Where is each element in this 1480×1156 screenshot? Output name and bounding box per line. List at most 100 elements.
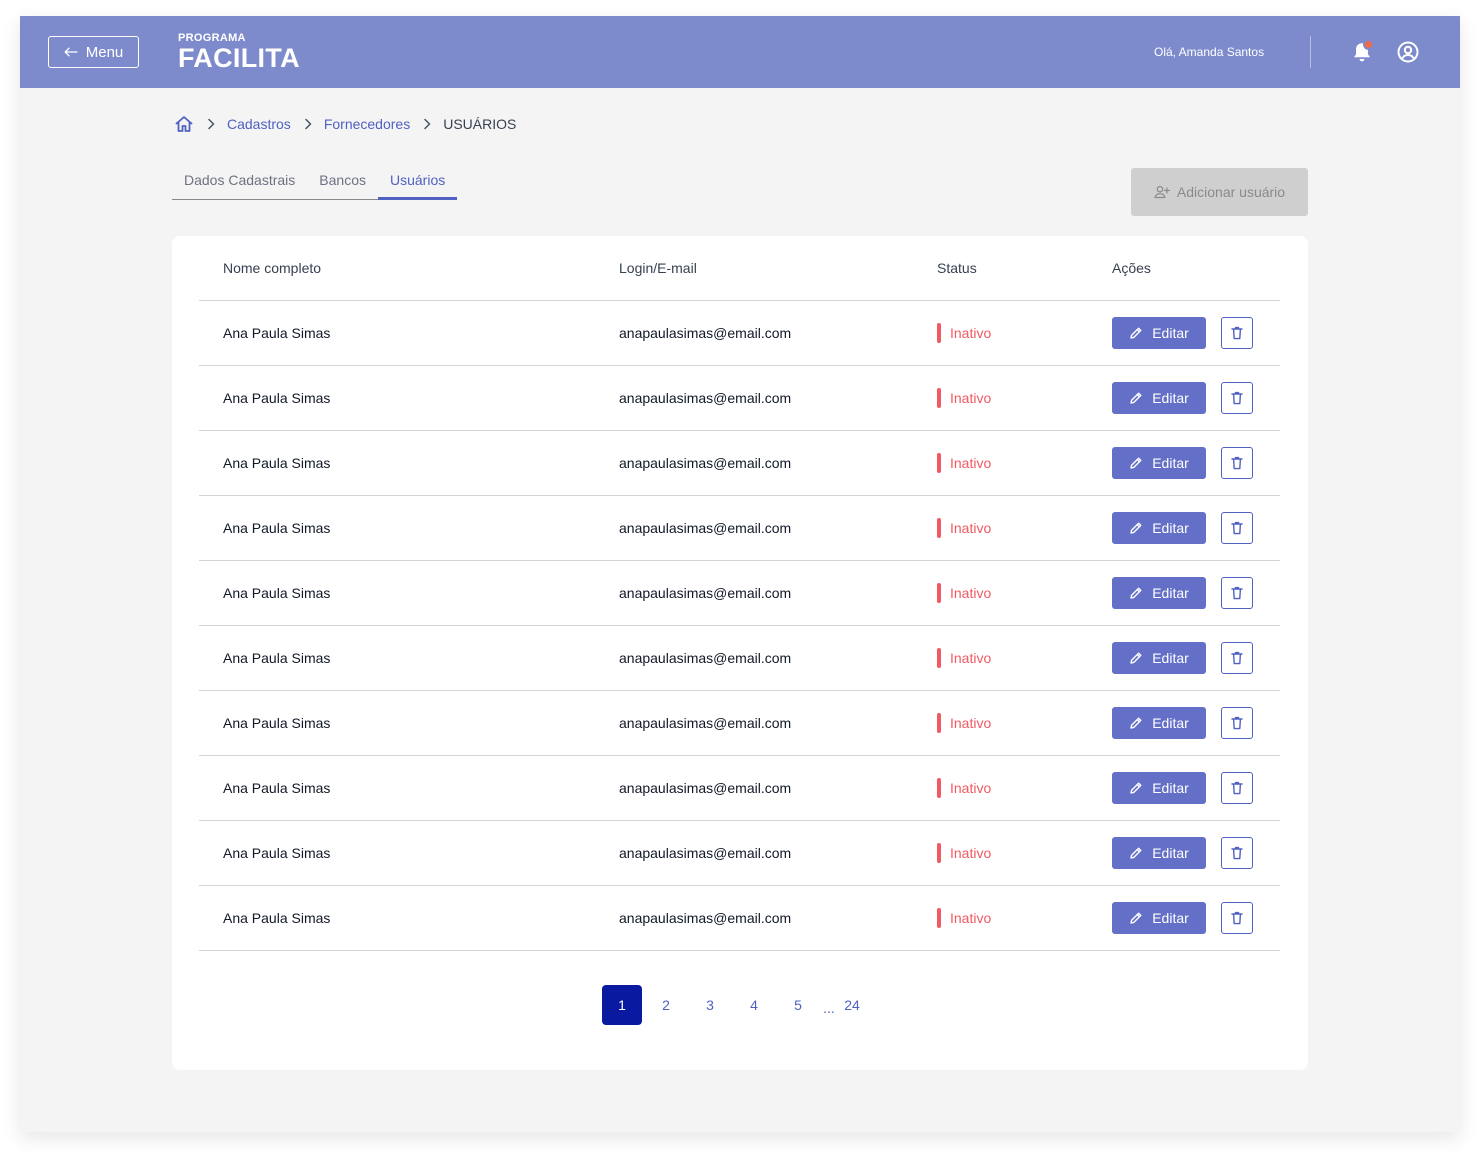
delete-button[interactable] (1221, 707, 1253, 739)
page-button-2[interactable]: 2 (646, 985, 686, 1025)
delete-button[interactable] (1221, 512, 1253, 544)
users-table-card: Nome completo Login/E-mail Status Ações … (172, 236, 1308, 1070)
status-indicator (937, 453, 941, 473)
status-text: Inativo (950, 845, 992, 861)
tab-bancos[interactable]: Bancos (307, 172, 378, 200)
delete-button[interactable] (1221, 837, 1253, 869)
status-indicator (937, 583, 941, 603)
home-icon[interactable] (174, 114, 194, 134)
logo-main-text: FACILITA (178, 43, 300, 73)
status-indicator (937, 843, 941, 863)
status-text: Inativo (950, 520, 992, 536)
pencil-icon (1130, 782, 1142, 794)
user-email: anapaulasimas@email.com (619, 455, 792, 471)
arrow-left-icon (64, 47, 78, 57)
edit-button[interactable]: Editar (1112, 837, 1206, 869)
user-email: anapaulasimas@email.com (619, 780, 792, 796)
user-name: Ana Paula Simas (223, 390, 331, 406)
status-text: Inativo (950, 780, 992, 796)
edit-button[interactable]: Editar (1112, 772, 1206, 804)
page-button-last[interactable]: 24 (836, 985, 868, 1025)
breadcrumb-cadastros[interactable]: Cadastros (227, 116, 291, 132)
delete-button[interactable] (1221, 902, 1253, 934)
user-name: Ana Paula Simas (223, 845, 331, 861)
user-email: anapaulasimas@email.com (619, 325, 792, 341)
user-name: Ana Paula Simas (223, 325, 331, 341)
user-name: Ana Paula Simas (223, 715, 331, 731)
pencil-icon (1130, 522, 1142, 534)
edit-label: Editar (1152, 325, 1189, 341)
delete-button[interactable] (1221, 447, 1253, 479)
menu-button[interactable]: Menu (48, 36, 139, 68)
pencil-icon (1130, 392, 1142, 404)
pencil-icon (1130, 847, 1142, 859)
delete-button[interactable] (1221, 577, 1253, 609)
chevron-right-icon (424, 118, 431, 130)
trash-icon (1231, 846, 1243, 860)
page-button-3[interactable]: 3 (690, 985, 730, 1025)
edit-button[interactable]: Editar (1112, 642, 1206, 674)
trash-icon (1231, 911, 1243, 925)
user-email: anapaulasimas@email.com (619, 520, 792, 536)
trash-icon (1231, 521, 1243, 535)
table-row: Ana Paula Simas anapaulasimas@email.com In… (199, 691, 1280, 756)
user-email: anapaulasimas@email.com (619, 390, 792, 406)
user-email: anapaulasimas@email.com (619, 715, 792, 731)
tab-usuarios[interactable]: Usuários (377, 172, 458, 200)
user-account-icon[interactable] (1397, 41, 1419, 63)
notifications-button[interactable] (1351, 39, 1374, 64)
user-email: anapaulasimas@email.com (619, 910, 792, 926)
status-badge: Inativo (937, 648, 991, 668)
status-text: Inativo (950, 455, 992, 471)
pagination: 1 2 3 4 5 ... 24 (602, 985, 868, 1025)
table-body: Ana Paula Simas anapaulasimas@email.com In… (199, 301, 1280, 951)
edit-button[interactable]: Editar (1112, 317, 1206, 349)
page-button-5[interactable]: 5 (778, 985, 818, 1025)
status-indicator (937, 713, 941, 733)
top-header: Menu PROGRAMA FACILITA Olá, Amanda Santo… (20, 16, 1460, 88)
page-button-1[interactable]: 1 (602, 985, 642, 1025)
trash-icon (1231, 326, 1243, 340)
status-text: Inativo (950, 390, 992, 406)
chevron-right-icon (208, 118, 215, 130)
status-indicator (937, 518, 941, 538)
table-row: Ana Paula Simas anapaulasimas@email.com In… (199, 561, 1280, 626)
status-badge: Inativo (937, 583, 991, 603)
status-badge: Inativo (937, 778, 991, 798)
add-user-button[interactable]: Adicionar usuário (1131, 168, 1308, 216)
status-indicator (937, 648, 941, 668)
user-greeting: Olá, Amanda Santos (1154, 45, 1265, 59)
status-badge: Inativo (937, 453, 991, 473)
add-user-label: Adicionar usuário (1176, 184, 1286, 200)
user-name: Ana Paula Simas (223, 520, 331, 536)
breadcrumb-fornecedores[interactable]: Fornecedores (324, 116, 410, 132)
delete-button[interactable] (1221, 642, 1253, 674)
pencil-icon (1130, 327, 1142, 339)
status-text: Inativo (950, 715, 992, 731)
edit-button[interactable]: Editar (1112, 902, 1206, 934)
edit-button[interactable]: Editar (1112, 382, 1206, 414)
pencil-icon (1130, 652, 1142, 664)
edit-label: Editar (1152, 390, 1189, 406)
status-badge: Inativo (937, 518, 991, 538)
add-user-icon (1154, 185, 1170, 199)
status-badge: Inativo (937, 843, 991, 863)
user-name: Ana Paula Simas (223, 585, 331, 601)
edit-button[interactable]: Editar (1112, 512, 1206, 544)
trash-icon (1231, 651, 1243, 665)
user-name: Ana Paula Simas (223, 455, 331, 471)
page-button-4[interactable]: 4 (734, 985, 774, 1025)
user-name: Ana Paula Simas (223, 910, 331, 926)
table-row: Ana Paula Simas anapaulasimas@email.com In… (199, 756, 1280, 821)
delete-button[interactable] (1221, 317, 1253, 349)
user-name: Ana Paula Simas (223, 650, 331, 666)
delete-button[interactable] (1221, 772, 1253, 804)
tab-dados-cadastrais[interactable]: Dados Cadastrais (172, 172, 307, 200)
edit-button[interactable]: Editar (1112, 447, 1206, 479)
edit-button[interactable]: Editar (1112, 707, 1206, 739)
user-email: anapaulasimas@email.com (619, 845, 792, 861)
table-header: Nome completo Login/E-mail Status Ações (199, 236, 1280, 301)
edit-button[interactable]: Editar (1112, 577, 1206, 609)
delete-button[interactable] (1221, 382, 1253, 414)
edit-label: Editar (1152, 780, 1189, 796)
